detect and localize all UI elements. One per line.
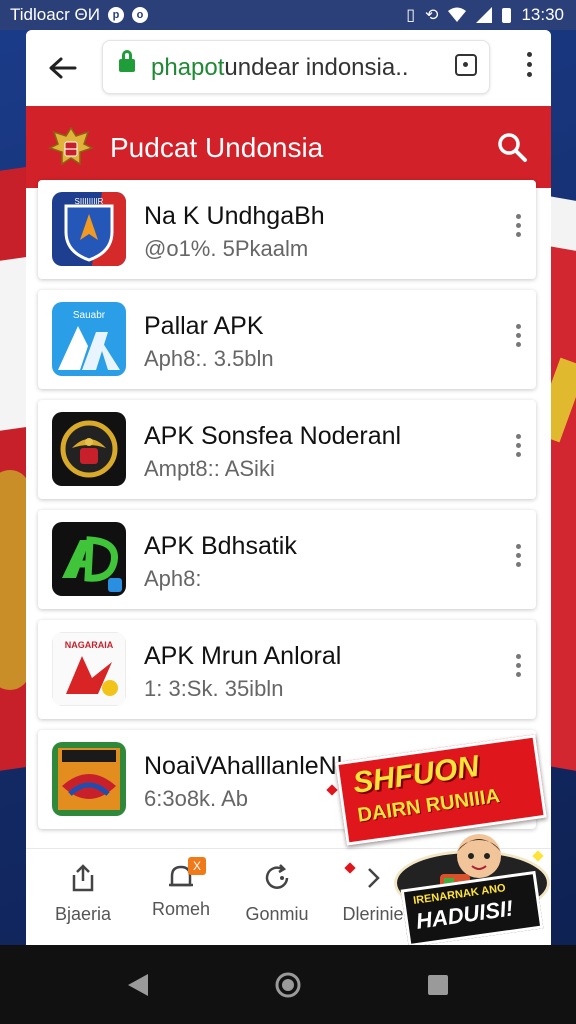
more-options-icon[interactable] bbox=[516, 434, 522, 457]
system-home-button[interactable] bbox=[270, 967, 306, 1003]
back-button[interactable] bbox=[44, 50, 80, 86]
battery-icon bbox=[502, 7, 512, 23]
sync-icon: ⟲ bbox=[425, 7, 439, 24]
url-field[interactable]: phapotundear indonsia.. bbox=[102, 40, 490, 94]
search-icon[interactable] bbox=[495, 130, 529, 164]
list-item[interactable]: APK Bdhsatik Aph8: bbox=[38, 510, 536, 609]
system-recents-button[interactable] bbox=[420, 967, 456, 1003]
nav-item-share[interactable]: Bjaeria bbox=[38, 863, 128, 925]
back-arrow-icon bbox=[49, 57, 77, 79]
ax-logo-icon: Sauabr bbox=[52, 302, 126, 376]
url-text: phapotundear indonsia.. bbox=[151, 54, 409, 82]
more-options-icon[interactable] bbox=[516, 324, 522, 347]
app-name: APK Sonsfea Noderanl bbox=[144, 422, 402, 450]
list-item[interactable]: Sauabr Pallar APK Aph8:. 3.5bln bbox=[38, 290, 536, 389]
system-back-button[interactable] bbox=[120, 967, 156, 1003]
crest-logo-icon bbox=[52, 742, 126, 816]
nav-label: Romeh bbox=[151, 899, 211, 919]
app-meta: 1: 3:Sk. 35ibln bbox=[144, 676, 284, 701]
app-name: NoaiVAhalllanleNl bbox=[144, 752, 343, 780]
status-bar: Tidloacr ΘИ p o ▯ ⟲ 13:30 bbox=[0, 0, 576, 30]
more-options-icon[interactable] bbox=[516, 214, 522, 237]
share-icon bbox=[72, 864, 94, 892]
list-item[interactable]: APK Sonsfea Noderanl Ampt8:: ASiki bbox=[38, 400, 536, 499]
square-recents-icon bbox=[428, 975, 448, 995]
address-bar: phapotundear indonsia.. bbox=[26, 30, 551, 106]
app-name: Na K UndhgaBh bbox=[144, 202, 325, 230]
garuda-emblem-icon bbox=[48, 126, 94, 166]
app-name: Pallar APK bbox=[144, 312, 264, 340]
app-name: APK Bdhsatik bbox=[144, 532, 297, 560]
nav-label: Gonmiu bbox=[245, 904, 309, 924]
promo-sticker[interactable]: SHFUON DAIRN RUNIIIA IRENARNAK ANO HADUI… bbox=[324, 734, 554, 950]
shield-logo-icon: SIIIIIIIIR bbox=[52, 192, 126, 266]
clock-text: 13:30 bbox=[521, 5, 564, 24]
lock-icon bbox=[119, 50, 135, 72]
wifi-icon bbox=[448, 7, 467, 22]
url-host: phapot bbox=[151, 54, 225, 81]
app-meta: Ampt8:: ASiki bbox=[144, 456, 275, 481]
app-meta: 6:3o8k. Ab bbox=[144, 786, 248, 811]
app-meta: Aph8:. 3.5bln bbox=[144, 346, 274, 371]
icon-label: SIIIIIIIIR bbox=[75, 197, 104, 206]
nav-item-notification[interactable]: X Romeh bbox=[136, 857, 226, 920]
icon-label: NAGARAIA bbox=[65, 640, 114, 650]
site-header: Pudcat Undonsia bbox=[26, 106, 551, 188]
browser-menu-icon[interactable] bbox=[525, 52, 533, 77]
notification-p-icon: p bbox=[108, 7, 124, 23]
notification-icon: X bbox=[166, 857, 206, 893]
signal-icon bbox=[476, 7, 493, 23]
list-item[interactable]: SIIIIIIIIR Na K UndhgaBh @o1%. 5Pkaalm bbox=[38, 180, 536, 279]
site-title: Pudcat Undonsia bbox=[110, 132, 324, 163]
refresh-icon bbox=[265, 864, 289, 889]
url-path: undear indonsia.. bbox=[224, 54, 409, 81]
app-name: APK Mrun Anloral bbox=[144, 642, 342, 670]
red-arrow-logo-icon: NAGARAIA bbox=[52, 632, 126, 706]
list-item[interactable]: NAGARAIA APK Mrun Anloral 1: 3:Sk. 35ibl… bbox=[38, 620, 536, 719]
notification-o-icon: o bbox=[132, 7, 148, 23]
nav-item-refresh[interactable]: Gonmiu bbox=[232, 863, 322, 925]
triangle-back-icon bbox=[128, 974, 148, 996]
circle-home-icon bbox=[275, 972, 301, 998]
emblem-logo-icon bbox=[52, 412, 126, 486]
carrier-text: Tidloacr ΘИ bbox=[10, 5, 100, 24]
more-options-icon[interactable] bbox=[516, 654, 522, 677]
vibrate-icon: ▯ bbox=[406, 7, 416, 24]
tabs-icon[interactable] bbox=[455, 54, 477, 76]
green-ad-logo-icon bbox=[52, 522, 126, 596]
app-meta: @o1%. 5Pkaalm bbox=[144, 236, 309, 261]
icon-label: Sauabr bbox=[73, 310, 106, 321]
app-meta: Aph8: bbox=[144, 566, 202, 591]
more-options-icon[interactable] bbox=[516, 544, 522, 567]
notification-badge: X bbox=[188, 857, 206, 875]
system-navigation-bar bbox=[0, 945, 576, 1024]
nav-label: Bjaeria bbox=[54, 904, 112, 924]
